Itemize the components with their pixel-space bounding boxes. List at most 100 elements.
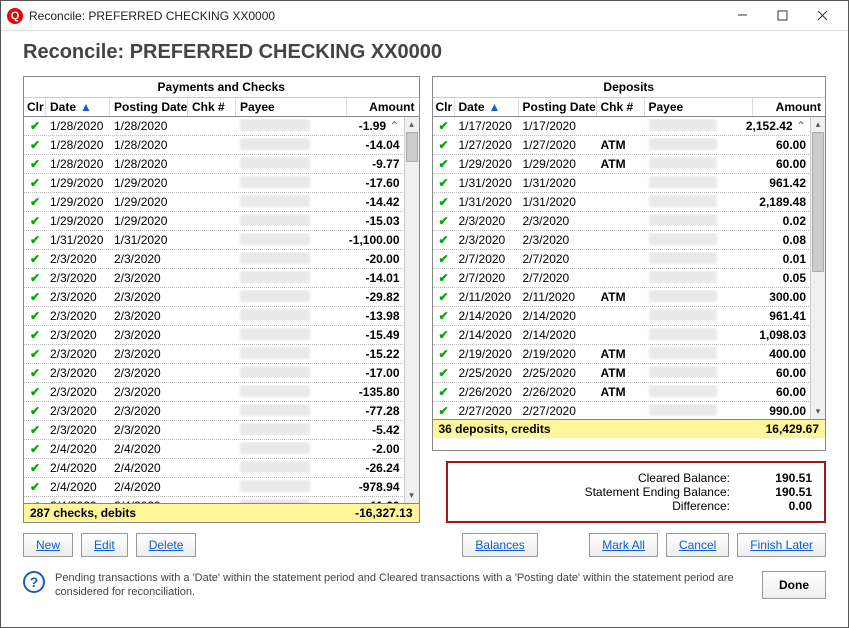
checkmark-icon[interactable]: ✔ — [30, 233, 40, 247]
checkmark-icon[interactable]: ✔ — [30, 252, 40, 266]
checkmark-icon[interactable]: ✔ — [30, 442, 40, 456]
checkmark-icon[interactable]: ✔ — [30, 309, 40, 323]
checkmark-icon[interactable]: ✔ — [438, 157, 448, 171]
table-row[interactable]: ✔2/4/20202/4/2020-978.94 — [24, 478, 419, 497]
table-row[interactable]: ✔2/25/20202/25/2020ATM60.00 — [433, 364, 826, 383]
minimize-button[interactable] — [722, 2, 762, 30]
table-row[interactable]: ✔2/27/20202/27/2020990.00 — [433, 402, 826, 419]
checkmark-icon[interactable]: ✔ — [30, 404, 40, 418]
table-row[interactable]: ✔2/3/20202/3/2020-15.22 — [24, 345, 419, 364]
checkmark-icon[interactable]: ✔ — [30, 138, 40, 152]
table-row[interactable]: ✔2/4/20202/4/2020-26.24 — [24, 459, 419, 478]
scroll-down-icon[interactable]: ▾ — [811, 404, 825, 419]
table-row[interactable]: ✔1/28/20201/28/2020-14.04 — [24, 136, 419, 155]
table-row[interactable]: ✔2/3/20202/3/2020-15.49 — [24, 326, 419, 345]
table-row[interactable]: ✔2/3/20202/3/2020-13.98 — [24, 307, 419, 326]
checkmark-icon[interactable]: ✔ — [30, 157, 40, 171]
table-row[interactable]: ✔2/14/20202/14/2020961.41 — [433, 307, 826, 326]
checkmark-icon[interactable]: ✔ — [438, 366, 448, 380]
table-row[interactable]: ✔2/3/20202/3/2020-77.28 — [24, 402, 419, 421]
table-row[interactable]: ✔2/19/20202/19/2020ATM400.00 — [433, 345, 826, 364]
table-row[interactable]: ✔1/29/20201/29/2020-15.03 — [24, 212, 419, 231]
col-payee[interactable]: Payee — [236, 98, 347, 116]
col-posting[interactable]: Posting Date — [519, 98, 597, 116]
payments-rows[interactable]: ✔1/28/20201/28/2020-1.99 ⌃✔1/28/20201/28… — [24, 117, 419, 503]
table-row[interactable]: ✔1/27/20201/27/2020ATM60.00 — [433, 136, 826, 155]
checkmark-icon[interactable]: ✔ — [438, 214, 448, 228]
table-row[interactable]: ✔1/31/20201/31/2020961.42 — [433, 174, 826, 193]
checkmark-icon[interactable]: ✔ — [438, 252, 448, 266]
new-button[interactable]: New — [23, 533, 73, 557]
table-row[interactable]: ✔2/3/20202/3/2020-20.00 — [24, 250, 419, 269]
checkmark-icon[interactable]: ✔ — [438, 138, 448, 152]
checkmark-icon[interactable]: ✔ — [30, 461, 40, 475]
table-row[interactable]: ✔2/3/20202/3/2020-5.42 — [24, 421, 419, 440]
table-row[interactable]: ✔2/26/20202/26/2020ATM60.00 — [433, 383, 826, 402]
checkmark-icon[interactable]: ✔ — [438, 385, 448, 399]
col-posting[interactable]: Posting Date — [110, 98, 188, 116]
checkmark-icon[interactable]: ✔ — [438, 233, 448, 247]
table-row[interactable]: ✔2/14/20202/14/20201,098.03 — [433, 326, 826, 345]
col-date[interactable]: Date▲ — [455, 98, 519, 116]
table-row[interactable]: ✔2/3/20202/3/2020-135.80 — [24, 383, 419, 402]
table-row[interactable]: ✔2/3/20202/3/2020-29.82 — [24, 288, 419, 307]
table-row[interactable]: ✔1/31/20201/31/2020-1,100.00 — [24, 231, 419, 250]
col-clr[interactable]: Clr — [433, 98, 455, 116]
mark-all-button[interactable]: Mark All — [589, 533, 658, 557]
table-row[interactable]: ✔2/7/20202/7/20200.05 — [433, 269, 826, 288]
table-row[interactable]: ✔2/3/20202/3/2020-17.00 — [24, 364, 419, 383]
table-row[interactable]: ✔1/31/20201/31/20202,189.48 — [433, 193, 826, 212]
checkmark-icon[interactable]: ✔ — [438, 328, 448, 342]
scroll-track[interactable] — [405, 132, 419, 488]
deposits-scrollbar[interactable]: ▴ ▾ — [810, 117, 825, 419]
checkmark-icon[interactable]: ✔ — [438, 404, 448, 418]
payments-scrollbar[interactable]: ▴ ▾ — [404, 117, 419, 503]
table-row[interactable]: ✔1/29/20201/29/2020-17.60 — [24, 174, 419, 193]
col-amount[interactable]: Amount — [347, 98, 419, 116]
table-row[interactable]: ✔1/29/20201/29/2020ATM60.00 — [433, 155, 826, 174]
cancel-button[interactable]: Cancel — [666, 533, 729, 557]
checkmark-icon[interactable]: ✔ — [30, 176, 40, 190]
table-row[interactable]: ✔1/17/20201/17/20202,152.42 ⌃ — [433, 117, 826, 136]
checkmark-icon[interactable]: ✔ — [438, 271, 448, 285]
close-button[interactable] — [802, 2, 842, 30]
checkmark-icon[interactable]: ✔ — [30, 271, 40, 285]
table-row[interactable]: ✔2/4/20202/4/2020-2.00 — [24, 440, 419, 459]
table-row[interactable]: ✔1/28/20201/28/2020-9.77 — [24, 155, 419, 174]
checkmark-icon[interactable]: ✔ — [30, 499, 40, 503]
table-row[interactable]: ✔1/28/20201/28/2020-1.99 ⌃ — [24, 117, 419, 136]
table-row[interactable]: ✔2/3/20202/3/20200.08 — [433, 231, 826, 250]
checkmark-icon[interactable]: ✔ — [30, 119, 40, 133]
scroll-down-icon[interactable]: ▾ — [405, 488, 419, 503]
checkmark-icon[interactable]: ✔ — [30, 385, 40, 399]
checkmark-icon[interactable]: ✔ — [438, 309, 448, 323]
checkmark-icon[interactable]: ✔ — [30, 214, 40, 228]
checkmark-icon[interactable]: ✔ — [438, 347, 448, 361]
col-payee[interactable]: Payee — [645, 98, 754, 116]
table-row[interactable]: ✔2/7/20202/7/20200.01 — [433, 250, 826, 269]
col-clr[interactable]: Clr — [24, 98, 46, 116]
delete-button[interactable]: Delete — [136, 533, 197, 557]
scroll-up-icon[interactable]: ▴ — [405, 117, 419, 132]
checkmark-icon[interactable]: ✔ — [30, 423, 40, 437]
scroll-thumb[interactable] — [812, 132, 824, 272]
finish-later-button[interactable]: Finish Later — [737, 533, 826, 557]
checkmark-icon[interactable]: ✔ — [438, 290, 448, 304]
maximize-button[interactable] — [762, 2, 802, 30]
edit-button[interactable]: Edit — [81, 533, 128, 557]
table-row[interactable]: ✔2/3/20202/3/20200.02 — [433, 212, 826, 231]
checkmark-icon[interactable]: ✔ — [30, 195, 40, 209]
col-amount[interactable]: Amount — [753, 98, 825, 116]
checkmark-icon[interactable]: ✔ — [438, 119, 448, 133]
col-date[interactable]: Date▲ — [46, 98, 110, 116]
col-chk[interactable]: Chk # — [188, 98, 236, 116]
scroll-thumb[interactable] — [406, 132, 418, 162]
table-row[interactable]: ✔2/3/20202/3/2020-14.01 — [24, 269, 419, 288]
scroll-track[interactable] — [811, 132, 825, 404]
checkmark-icon[interactable]: ✔ — [438, 176, 448, 190]
table-row[interactable]: ✔2/11/20202/11/2020ATM300.00 — [433, 288, 826, 307]
done-button[interactable]: Done — [762, 571, 826, 599]
checkmark-icon[interactable]: ✔ — [438, 195, 448, 209]
scroll-up-icon[interactable]: ▴ — [811, 117, 825, 132]
table-row[interactable]: ✔2/4/20202/4/2020-11.60 — [24, 497, 419, 503]
